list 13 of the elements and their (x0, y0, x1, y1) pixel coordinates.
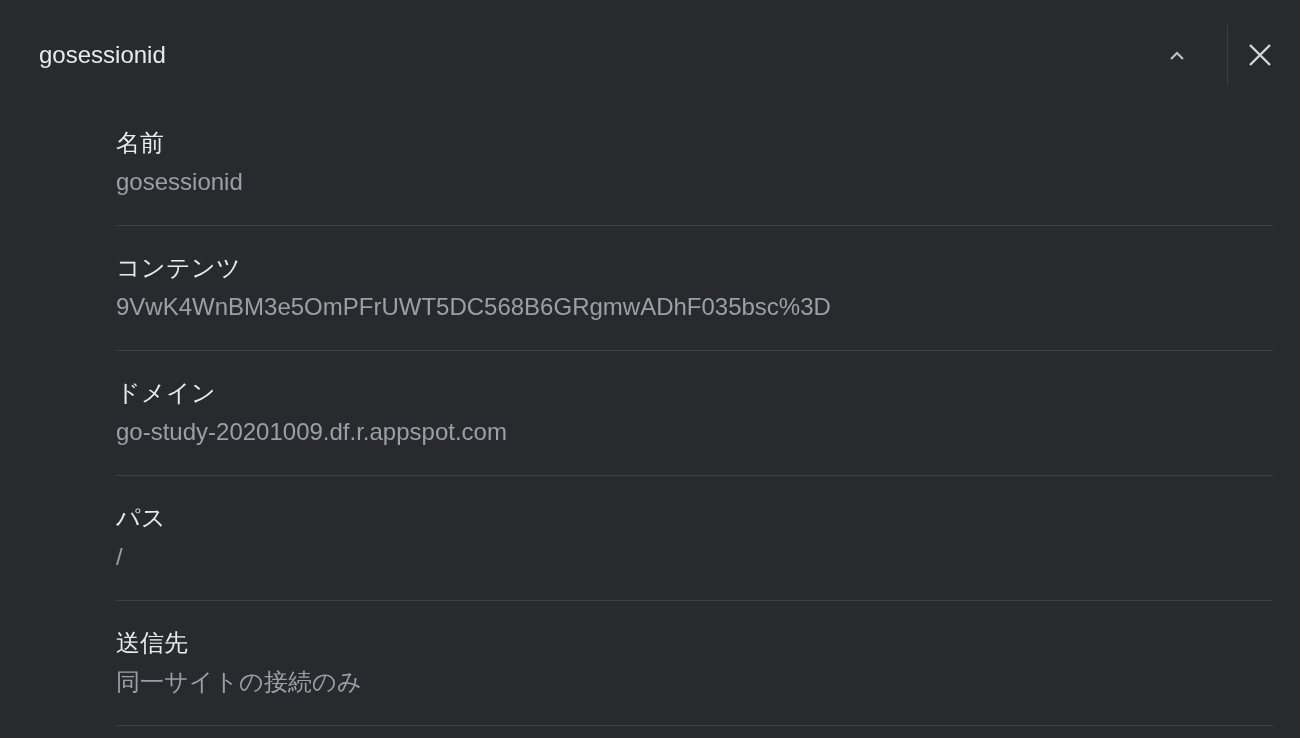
chevron-up-icon (1170, 50, 1184, 60)
field-label: 名前 (116, 128, 164, 158)
field-label: ドメイン (116, 378, 216, 408)
field-label: 送信先 (116, 628, 188, 658)
field-value: go-study-20201009.df.r.appspot.com (116, 417, 507, 447)
field-value: / (116, 542, 123, 572)
field-value: 9VwK4WnBM3e5OmPFrUWT5DC568B6GRgmwADhF035bsc%3D (116, 292, 831, 322)
field-value: gosessionid (116, 167, 243, 197)
field-value: 同一サイトの接続のみ (116, 667, 362, 697)
field-label: パス (116, 503, 166, 533)
close-icon (1249, 44, 1271, 66)
field-label: コンテンツ (116, 253, 241, 283)
cookie-title: gosessionid (39, 40, 166, 70)
